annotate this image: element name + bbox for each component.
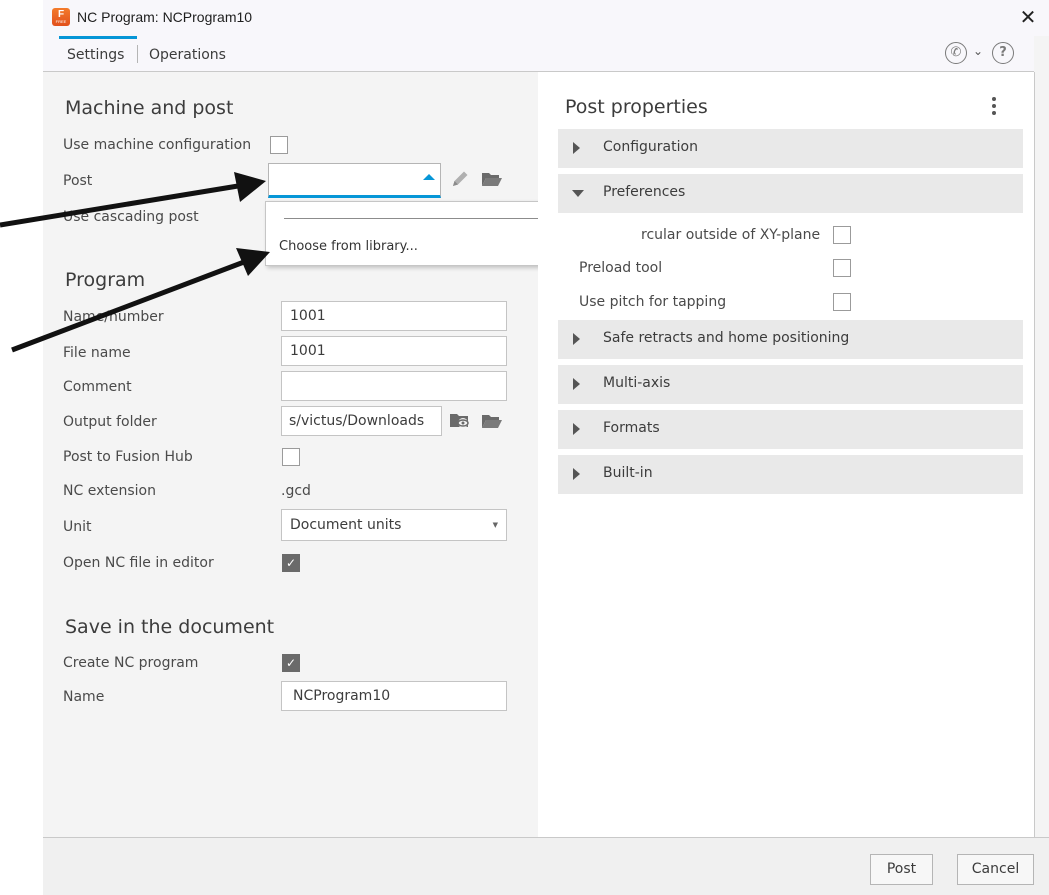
file-name-label: File name	[63, 345, 131, 361]
save-doc-title: Save in the document	[65, 616, 275, 638]
post-properties-title: Post properties	[565, 96, 708, 118]
group-multi-axis[interactable]: Multi-axis	[558, 365, 1023, 404]
expand-right-icon	[573, 333, 580, 345]
output-folder-input[interactable]: s/victus/Downloads	[281, 406, 442, 436]
expand-down-icon	[572, 190, 584, 197]
use-pitch-checkbox[interactable]	[833, 293, 851, 311]
group-preferences-label: Preferences	[603, 184, 686, 200]
expand-right-icon	[573, 423, 580, 435]
file-name-input[interactable]: 1001	[281, 336, 507, 366]
post-to-hub-label: Post to Fusion Hub	[63, 449, 193, 465]
comment-label: Comment	[63, 379, 132, 395]
doc-name-input[interactable]: NCProgram10	[281, 681, 507, 711]
machine-post-title: Machine and post	[65, 97, 234, 119]
name-number-label: Name/number	[63, 309, 164, 325]
expand-right-icon	[573, 378, 580, 390]
caret-up-icon	[423, 174, 435, 180]
program-title: Program	[65, 269, 146, 291]
expand-right-icon	[573, 468, 580, 480]
close-icon[interactable]: ✕	[1017, 5, 1039, 29]
active-tab-indicator	[59, 36, 137, 39]
group-preferences[interactable]: Preferences	[558, 174, 1023, 213]
create-nc-checkbox[interactable]: ✓	[282, 654, 300, 672]
group-multi-axis-label: Multi-axis	[603, 375, 671, 391]
folder-view-icon[interactable]	[448, 409, 472, 433]
help-icon[interactable]: ?	[992, 42, 1014, 64]
tab-divider	[137, 45, 138, 63]
more-options-icon[interactable]	[988, 94, 1000, 118]
post-properties-panel: Post properties Configuration Preference…	[538, 72, 1034, 837]
doc-name-label: Name	[63, 689, 105, 705]
use-cascading-post-label: Use cascading post	[63, 209, 199, 225]
use-pitch-label: Use pitch for tapping	[579, 294, 727, 310]
group-safe-retracts[interactable]: Safe retracts and home positioning	[558, 320, 1023, 359]
expand-right-icon	[573, 142, 580, 154]
edit-pencil-icon[interactable]	[448, 167, 472, 191]
group-formats-label: Formats	[603, 420, 660, 436]
output-folder-label: Output folder	[63, 414, 157, 430]
window-title: NC Program: NCProgram10	[77, 9, 253, 25]
chevron-down-icon[interactable]: ⌄	[973, 44, 983, 58]
tab-bar: Settings Operations ✆ ⌄ ?	[43, 36, 1034, 72]
use-machine-config-label: Use machine configuration	[63, 137, 252, 153]
nc-program-dialog: F FREE NC Program: NCProgram10 ✕ Setting…	[43, 0, 1049, 895]
post-label: Post	[63, 173, 93, 189]
help-controls: ✆ ⌄ ?	[943, 42, 1023, 66]
caret-down-icon: ▼	[492, 521, 498, 529]
nc-extension-label: NC extension	[63, 483, 156, 499]
tab-operations[interactable]: Operations	[149, 47, 226, 63]
title-bar: F FREE NC Program: NCProgram10 ✕	[43, 0, 1049, 36]
dialog-footer: Post Cancel	[43, 837, 1049, 895]
comment-input[interactable]	[281, 371, 507, 401]
panel-border	[1034, 72, 1035, 837]
name-number-input[interactable]: 1001	[281, 301, 507, 331]
folder-open-icon[interactable]	[480, 409, 504, 433]
circular-outside-label: rcular outside of XY-plane	[641, 227, 821, 243]
group-built-in-label: Built-in	[603, 465, 653, 481]
post-button[interactable]: Post	[870, 854, 933, 885]
app-icon-sub: FREE	[55, 19, 67, 24]
post-select[interactable]	[268, 163, 441, 198]
use-machine-config-checkbox[interactable]	[270, 136, 288, 154]
group-configuration[interactable]: Configuration	[558, 129, 1023, 168]
fusion-app-icon: F FREE	[52, 8, 70, 26]
settings-panel: Machine and post Use machine configurati…	[43, 72, 636, 837]
preload-tool-label: Preload tool	[579, 260, 663, 276]
phone-icon[interactable]: ✆	[945, 42, 967, 64]
choose-from-library-item[interactable]: Choose from library...	[279, 239, 418, 254]
group-built-in[interactable]: Built-in	[558, 455, 1023, 494]
post-to-hub-checkbox[interactable]	[282, 448, 300, 466]
folder-open-icon[interactable]	[480, 167, 504, 191]
unit-label: Unit	[63, 519, 92, 535]
nc-extension-value: .gcd	[281, 483, 311, 499]
group-formats[interactable]: Formats	[558, 410, 1023, 449]
cancel-button[interactable]: Cancel	[957, 854, 1034, 885]
tab-settings[interactable]: Settings	[67, 47, 124, 63]
create-nc-label: Create NC program	[63, 655, 199, 671]
group-configuration-label: Configuration	[603, 139, 698, 155]
open-in-editor-checkbox[interactable]: ✓	[282, 554, 300, 572]
preload-tool-checkbox[interactable]	[833, 259, 851, 277]
unit-select-value: Document units	[290, 517, 402, 533]
open-in-editor-label: Open NC file in editor	[63, 555, 214, 571]
circular-outside-checkbox[interactable]	[833, 226, 851, 244]
group-safe-retracts-label: Safe retracts and home positioning	[603, 330, 850, 346]
unit-select[interactable]: Document units ▼	[281, 509, 507, 541]
